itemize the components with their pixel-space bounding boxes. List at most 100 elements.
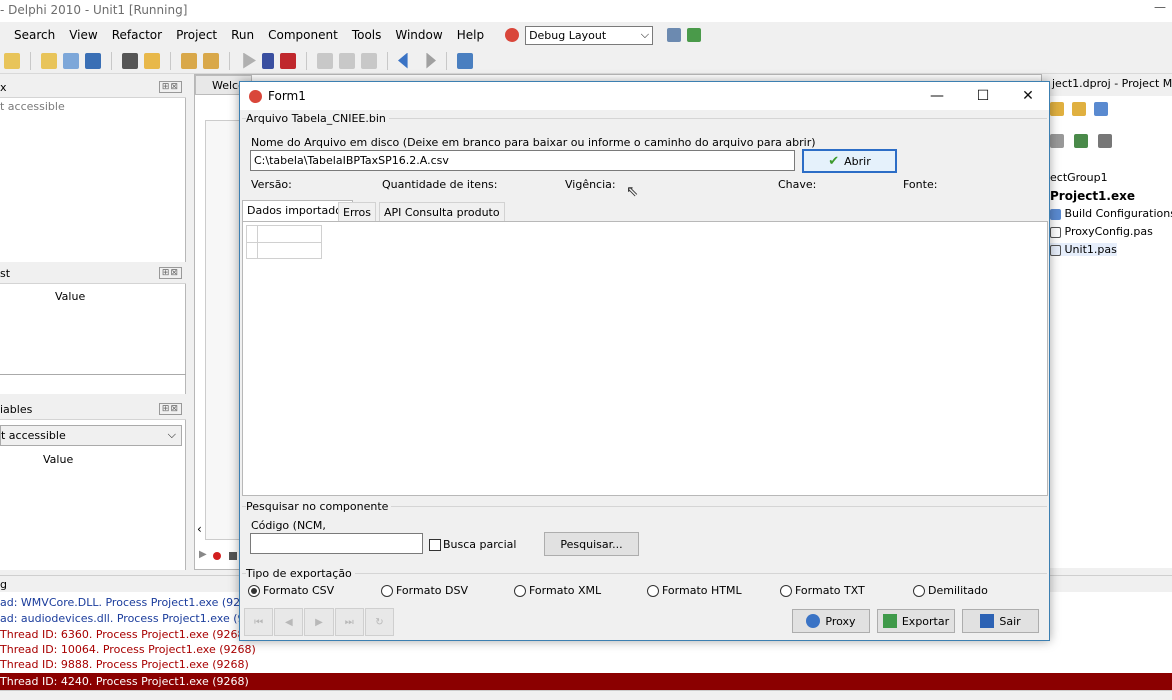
new-icon[interactable]	[4, 52, 20, 69]
menu-window[interactable]: Window	[388, 28, 449, 42]
stop-icon[interactable]	[280, 52, 296, 69]
last-record-icon[interactable]: ⏭	[334, 608, 364, 636]
exit-button[interactable]: Sair	[962, 609, 1039, 633]
message-line[interactable]: Thread ID: 10064. Process Project1.exe (…	[0, 643, 256, 656]
save-layout-icon[interactable]	[667, 28, 682, 42]
tree-icon[interactable]	[1074, 134, 1088, 148]
layout-combo[interactable]: Debug Layout ⌵	[525, 25, 654, 45]
add-to-project-icon[interactable]	[181, 52, 197, 69]
app-icon	[249, 90, 262, 103]
tab-errors[interactable]: Erros	[338, 202, 377, 222]
radio-txt-label: Formato TXT	[795, 584, 865, 597]
menu-component[interactable]: Component	[261, 28, 345, 42]
tree-build-configurations[interactable]: Build Configurations	[1050, 207, 1172, 220]
radio-dot	[514, 584, 526, 597]
prior-record-icon[interactable]: ◀	[274, 608, 304, 636]
run-to-return-icon[interactable]	[361, 52, 377, 69]
play-icon[interactable]: ▶	[199, 549, 207, 560]
tab-api-product-label: API Consulta produto	[384, 206, 500, 219]
first-record-icon[interactable]: ⏮	[244, 608, 274, 636]
tree-project-exe[interactable]: Project1.exe	[1050, 189, 1135, 203]
save-icon[interactable]	[85, 52, 101, 69]
radio-xml[interactable]: Formato XML	[514, 584, 601, 597]
radio-txt[interactable]: Formato TXT	[780, 584, 865, 597]
new-project-icon[interactable]	[1050, 102, 1064, 116]
step-over-icon[interactable]	[339, 52, 355, 69]
expand-icon[interactable]	[1050, 134, 1064, 148]
minimize-icon[interactable]: —	[1154, 0, 1166, 14]
form1-window: Form1 — ☐ ✕ Arquivo Tabela_CNIEE.bin Nom…	[239, 81, 1050, 641]
refresh-icon[interactable]: ↻	[364, 608, 395, 636]
help-icon[interactable]	[505, 28, 520, 42]
code-input[interactable]	[250, 533, 423, 554]
export-button[interactable]: Exportar	[877, 609, 955, 633]
open-project-icon[interactable]	[144, 52, 160, 69]
project-toolbar-2	[1050, 134, 1112, 148]
tree-project-group[interactable]: ectGroup1	[1050, 171, 1108, 184]
options-icon[interactable]	[1094, 102, 1108, 116]
menu-search[interactable]: Search	[0, 28, 62, 42]
open-icon[interactable]	[63, 52, 79, 69]
bookmark-icon[interactable]	[457, 52, 473, 69]
scroll-left-icon[interactable]: ‹	[197, 522, 211, 538]
forward-icon[interactable]	[426, 52, 436, 69]
menu-view[interactable]: View	[62, 28, 104, 42]
pin-close-icon[interactable]: ⊞⊠	[158, 81, 182, 93]
message-line[interactable]: Thread ID: 9888. Process Project1.exe (9…	[0, 658, 249, 671]
tree-proxyconfig[interactable]: ProxyConfig.pas	[1050, 225, 1153, 238]
left-mid-panel: st ⊞⊠ Value	[0, 264, 186, 394]
list-icon[interactable]	[1098, 134, 1112, 148]
menu-tools[interactable]: Tools	[345, 28, 389, 42]
file-path-input[interactable]: C:\tabela\TabelaIBPTaxSP16.2.A.csv	[250, 150, 795, 171]
pause-icon[interactable]	[262, 52, 274, 69]
source-label: Fonte:	[903, 178, 938, 191]
pin-close-icon[interactable]: ⊞⊠	[158, 403, 182, 415]
open-project-icon[interactable]	[1072, 102, 1086, 116]
next-record-icon[interactable]: ▶	[304, 608, 334, 636]
trace-into-icon[interactable]	[317, 52, 333, 69]
set-layout-icon[interactable]	[687, 28, 702, 42]
maximize-button[interactable]: ☐	[961, 85, 1005, 107]
save-all-icon[interactable]	[122, 52, 138, 69]
tree-unit1-label: Unit1.pas	[1064, 243, 1117, 256]
open-button[interactable]: ✔ Abrir	[802, 149, 897, 173]
radio-dot	[913, 584, 925, 597]
run-icon[interactable]	[243, 52, 256, 69]
close-button[interactable]: ✕	[1006, 85, 1050, 107]
radio-dsv[interactable]: Formato DSV	[381, 584, 468, 597]
menu-refactor[interactable]: Refactor	[105, 28, 169, 42]
remove-from-project-icon[interactable]	[203, 52, 219, 69]
radio-csv[interactable]: Formato CSV	[248, 584, 334, 597]
radio-html[interactable]: Formato HTML	[647, 584, 742, 597]
tree-unit1[interactable]: Unit1.pas	[1050, 243, 1117, 256]
message-line[interactable]: Thread ID: 6360. Process Project1.exe (9…	[0, 628, 249, 641]
pas-file-icon	[1050, 226, 1061, 238]
stop-record-icon[interactable]	[229, 552, 237, 560]
tab-imported-data[interactable]: Dados importados	[242, 200, 353, 222]
minimize-button[interactable]: —	[915, 85, 959, 107]
proxy-button[interactable]: Proxy	[792, 609, 870, 633]
menu-project[interactable]: Project	[169, 28, 224, 42]
data-grid[interactable]	[246, 225, 322, 259]
radio-delimited[interactable]: Demilitado	[913, 584, 988, 597]
left-bottom-combo[interactable]: t accessible ⌵	[0, 425, 182, 446]
partial-search-checkbox[interactable]: Busca parcial	[429, 538, 516, 551]
pin-close-icon[interactable]: ⊞⊠	[158, 267, 182, 279]
message-line-selected[interactable]: Thread ID: 4240. Process Project1.exe (9…	[0, 673, 1172, 690]
code-label: Código (NCM,	[251, 519, 326, 532]
project-toolbar	[1050, 102, 1108, 116]
new-items-icon[interactable]	[41, 52, 57, 69]
back-icon[interactable]	[398, 52, 408, 69]
tab-api-product[interactable]: API Consulta produto	[379, 202, 505, 222]
separator	[306, 51, 307, 70]
menu-run[interactable]: Run	[224, 28, 261, 42]
messages-title: g	[0, 578, 7, 591]
message-line[interactable]: ad: WMVCore.DLL. Process Project1.exe (9…	[0, 596, 258, 609]
search-button[interactable]: Pesquisar...	[544, 532, 639, 556]
message-line[interactable]: ad: audiodevices.dll. Process Project1.e…	[0, 612, 270, 625]
radio-dot	[780, 584, 792, 597]
version-label: Versão:	[251, 178, 292, 191]
record-icon[interactable]	[213, 552, 221, 560]
menu-help[interactable]: Help	[450, 28, 491, 42]
tree-proxyconfig-label: ProxyConfig.pas	[1064, 225, 1153, 238]
